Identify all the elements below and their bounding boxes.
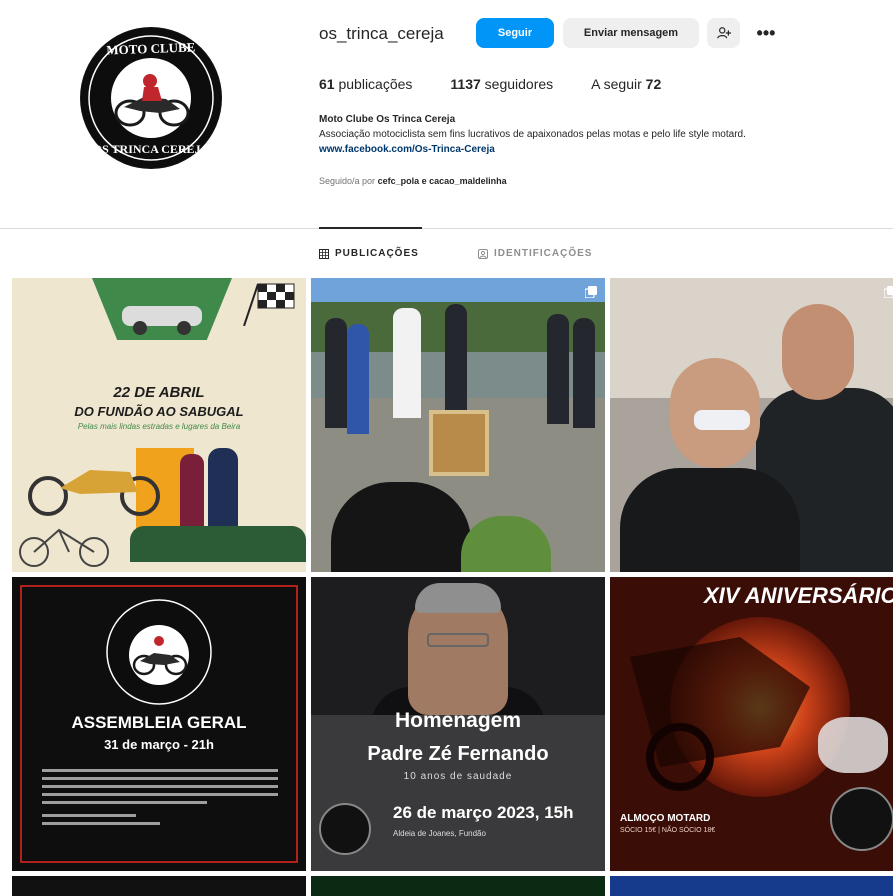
club-logo-icon: MOTO CLUBE OS TRINCA CEREJA (81, 28, 221, 168)
photo-person (573, 318, 595, 428)
followed-by-names: cefc_pola e cacao_maldelinha (377, 176, 507, 186)
profile-bio: Moto Clube Os Trinca Cereja Associação m… (319, 112, 889, 157)
poster-tagline: Pelas mais lindas estradas e lugares da … (77, 422, 241, 431)
following-count-value: 72 (645, 76, 662, 92)
followers-count[interactable]: 1137 seguidores (450, 76, 553, 92)
followers-count-value: 1137 (450, 76, 481, 92)
poster-name: Padre Zé Fernando (367, 743, 549, 765)
poster-fine-print (42, 769, 278, 830)
active-tab-indicator (319, 227, 422, 229)
photo-shirt (620, 468, 800, 572)
photo-priest (393, 308, 421, 418)
post-tile[interactable]: 22 DE ABRIL DO FUNDÃO AO SABUGAL Pelas m… (12, 278, 306, 572)
poster-title: Homenagem (394, 709, 522, 732)
photo-person (325, 318, 347, 428)
profile-username: os_trinca_cereja (319, 24, 444, 43)
poster-footer-small: SÓCIO 15€ | NÃO SÓCIO 18€ (620, 827, 716, 834)
photo-person (347, 324, 369, 434)
post-tile[interactable]: ASSEMBLEIA GERAL 31 de março - 21h (12, 577, 306, 871)
tab-tagged-label: IDENTIFICAÇÕES (494, 248, 593, 259)
photo-jacket (331, 482, 471, 572)
following-count[interactable]: A seguir 72 (591, 76, 661, 92)
photo-sunglasses (694, 410, 750, 430)
tab-posts-label: PUBLICAÇÕES (335, 248, 419, 259)
bicycle-icon (19, 528, 109, 567)
bio-name: Moto Clube Os Trinca Cereja (319, 114, 456, 125)
svg-text:MOTO CLUBE: MOTO CLUBE (106, 39, 195, 57)
svg-text:OS TRINCA CEREJA: OS TRINCA CEREJA (93, 142, 210, 156)
photo-hair (415, 583, 501, 613)
carousel-icon (884, 286, 893, 298)
poster-title: ASSEMBLEIA GERAL (71, 713, 247, 732)
club-emblem-icon (319, 803, 371, 855)
bio-link[interactable]: www.facebook.com/Os-Trinca-Cereja (319, 142, 889, 157)
posts-count-label: publicações (338, 76, 413, 92)
club-logo-icon (106, 599, 212, 705)
poster-date: 22 DE ABRIL (113, 384, 205, 401)
post-tile[interactable] (311, 278, 605, 572)
club-emblem-icon (830, 787, 893, 851)
grid-icon (319, 248, 329, 259)
suggested-accounts-button[interactable] (707, 18, 740, 48)
tab-tagged[interactable]: IDENTIFICAÇÕES (478, 248, 592, 259)
post-tile[interactable]: XIV ANIVERSÁRIO ALMOÇO MOTARD SÓCIO 15€ … (610, 577, 893, 871)
post-tile[interactable] (12, 876, 306, 896)
poster-place: DO FUNDÃO AO SABUGAL (74, 404, 244, 419)
followed-by-prefix: Seguido/a por (319, 176, 376, 186)
poster-title: XIV ANIVERSÁRIO (704, 583, 893, 608)
posts-count-value: 61 (319, 76, 335, 92)
poster-footer: ALMOÇO MOTARD (620, 813, 711, 824)
follow-button[interactable]: Seguir (476, 18, 554, 48)
poster-subtitle: 31 de março - 21h (104, 737, 214, 752)
post-tile[interactable]: Homenagem Padre Zé Fernando 10 anos de s… (311, 577, 605, 871)
poster-date: 26 de março 2023, 15h (393, 803, 574, 822)
followers-count-label: seguidores (484, 76, 554, 92)
send-message-button[interactable]: Enviar mensagem (563, 18, 699, 48)
posts-count: 61 publicações (319, 76, 412, 92)
skull-wings-icon (818, 717, 888, 773)
post-tile[interactable] (311, 876, 605, 896)
motorcycle-icon (630, 637, 810, 791)
photo-person (445, 304, 467, 414)
photo-portrait-frame (429, 410, 489, 476)
motorcycle-icon (28, 470, 160, 516)
tabs-divider (0, 228, 893, 229)
photo-glasses (427, 633, 489, 647)
post-tile[interactable] (610, 278, 893, 572)
more-options-icon[interactable]: ••• (752, 20, 780, 46)
person-add-icon (716, 27, 731, 39)
checkered-flag-icon (243, 283, 295, 326)
poster-subtitle: 10 anos de saudade (403, 771, 513, 782)
poster-car (130, 526, 306, 562)
bio-description: Associação motociclista sem fins lucrati… (319, 129, 746, 140)
vintage-car-icon (122, 306, 202, 335)
photo-face (782, 304, 854, 400)
tab-posts[interactable]: PUBLICAÇÕES (319, 248, 419, 259)
profile-avatar[interactable]: MOTO CLUBE OS TRINCA CEREJA (80, 27, 222, 169)
profile-stats: 61 publicações 1137 seguidores A seguir … (319, 76, 699, 92)
carousel-icon (585, 286, 597, 298)
post-tile[interactable] (610, 876, 893, 896)
photo-person (547, 314, 569, 424)
tagged-icon (478, 248, 488, 259)
following-count-label: A seguir (591, 76, 642, 92)
poster-place: Aldeia de Joanes, Fundão (393, 829, 486, 838)
followed-by[interactable]: Seguido/a por cefc_pola e cacao_maldelin… (319, 176, 507, 186)
